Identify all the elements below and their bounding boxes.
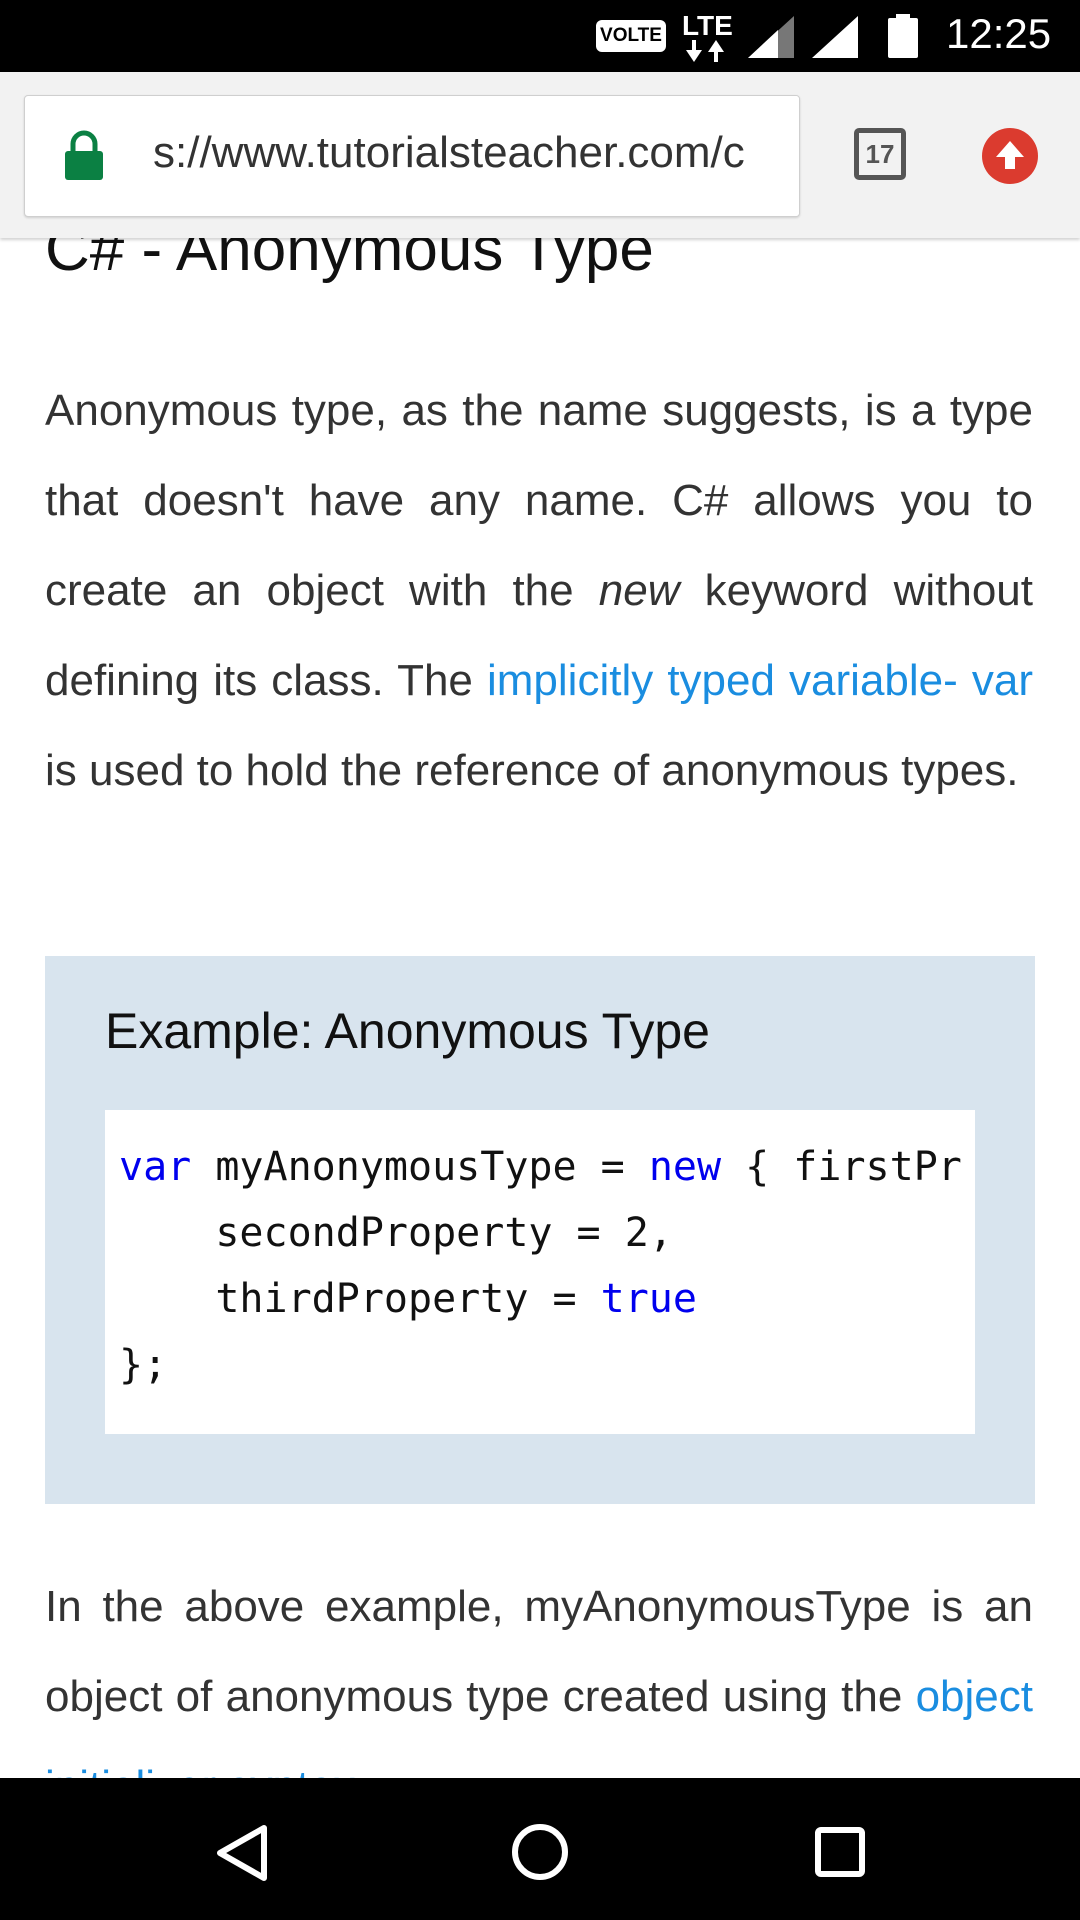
url-text: s://www.tutorialsteacher.com/c xyxy=(153,128,745,177)
lock-icon xyxy=(65,130,103,180)
recents-icon[interactable] xyxy=(814,1826,866,1878)
code-block[interactable]: var myAnonymousType = new { firstPr seco… xyxy=(105,1110,975,1434)
page-content: C# - Anonymous Type Anonymous type, as t… xyxy=(0,0,1080,1778)
explanation-text: In the above example, myAnonymousType is… xyxy=(45,1582,1033,1721)
code-line-4: }; xyxy=(119,1342,168,1388)
code-listing: var myAnonymousType = new { firstPr seco… xyxy=(119,1134,962,1398)
code-line-3-start: thirdProperty = xyxy=(119,1276,601,1322)
back-icon[interactable] xyxy=(214,1824,268,1882)
signal-strength-icon xyxy=(748,16,794,58)
example-box: Example: Anonymous Type var myAnonymousT… xyxy=(45,956,1035,1504)
code-line-1-end: { firstPr xyxy=(721,1144,962,1190)
code-line-1: var myAnonymousType = new { firstPr xyxy=(119,1134,962,1200)
implicitly-typed-variable-link[interactable]: implicitly typed variable- var xyxy=(487,656,1033,705)
intro-paragraph: Anonymous type, as the name suggests, is… xyxy=(45,366,1033,816)
tab-switcher-button[interactable]: 17 xyxy=(854,128,906,180)
code-keyword-new: new xyxy=(648,1144,722,1190)
upload-icon[interactable] xyxy=(982,128,1038,184)
example-title: Example: Anonymous Type xyxy=(105,1003,710,1059)
signal-strength-icon-2 xyxy=(812,16,858,58)
home-icon[interactable] xyxy=(510,1822,570,1882)
lte-label: LTE xyxy=(682,10,733,41)
code-keyword-var: var xyxy=(119,1144,192,1190)
code-line-3: thirdProperty = true xyxy=(119,1266,962,1332)
browser-toolbar: s://www.tutorialsteacher.com/c 17 xyxy=(0,72,1080,238)
navigation-bar xyxy=(0,1778,1080,1920)
explanation-paragraph: In the above example, myAnonymousType is… xyxy=(45,1562,1033,1778)
status-bar: VOLTE LTE 12:25 xyxy=(0,0,1080,72)
lte-icon: LTE xyxy=(682,10,736,62)
code-line-2: secondProperty = 2, xyxy=(119,1210,673,1256)
battery-icon xyxy=(888,14,918,58)
url-fade xyxy=(759,96,799,216)
clock: 12:25 xyxy=(946,10,1052,57)
code-keyword-true: true xyxy=(600,1276,697,1322)
volte-badge: VOLTE xyxy=(596,20,666,52)
intro-text-3: is used to hold the reference of anonymo… xyxy=(45,746,1019,795)
arrow-up-icon xyxy=(996,141,1024,169)
new-keyword-emphasis: new xyxy=(598,566,680,615)
code-line-1-middle: myAnonymousType = xyxy=(191,1144,649,1190)
address-bar[interactable]: s://www.tutorialsteacher.com/c xyxy=(24,95,800,217)
